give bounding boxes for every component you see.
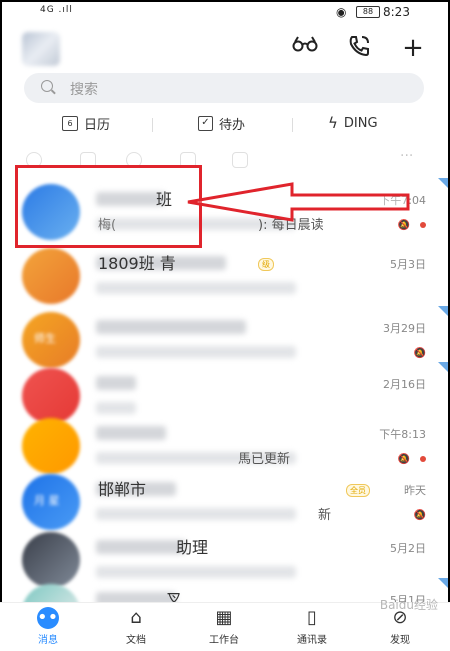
battery-icon: 88 bbox=[356, 6, 380, 18]
plus-icon[interactable]: + bbox=[398, 34, 428, 62]
avatar: 师生 bbox=[22, 312, 80, 368]
conversation-row[interactable]: 1809班 青 级 5月3日 bbox=[0, 242, 450, 304]
search-icon bbox=[41, 80, 53, 92]
conversation-time: 3月29日 bbox=[383, 322, 426, 335]
checkbox-icon: ✓ bbox=[198, 116, 213, 131]
search-input[interactable]: 搜索 bbox=[24, 73, 424, 103]
blurred-preview bbox=[96, 508, 296, 520]
tab-label: 工作台 bbox=[209, 635, 239, 646]
mute-icon: 🔕 bbox=[413, 348, 426, 359]
grid-icon: ▦ bbox=[215, 607, 233, 628]
mute-icon: 🔕 bbox=[397, 454, 410, 465]
search-placeholder: 搜索 bbox=[70, 82, 98, 98]
tab-label: 文档 bbox=[126, 635, 146, 646]
glasses-icon[interactable] bbox=[290, 34, 320, 62]
lightning-icon: ϟ bbox=[328, 114, 338, 132]
status-bar: 4G .ıll ◉ 88 8:23 bbox=[0, 0, 450, 26]
pinned-corner-marker bbox=[438, 178, 448, 188]
avatar bbox=[22, 418, 80, 474]
group-tag: 级 bbox=[258, 258, 274, 271]
conversation-time: 下午8:13 bbox=[379, 428, 426, 441]
divider bbox=[152, 118, 153, 132]
conversation-name: 邯郸市 bbox=[98, 480, 147, 499]
eye-comfort-icon: ◉ bbox=[336, 5, 347, 19]
annotation-arrow bbox=[187, 182, 410, 222]
tab-folder[interactable]: ⌂ 文档 bbox=[106, 607, 166, 646]
group-tag: 全员 bbox=[346, 484, 370, 497]
ding-button[interactable]: ϟ DING bbox=[328, 114, 378, 132]
user-avatar[interactable] bbox=[22, 32, 60, 66]
blurred-name bbox=[96, 426, 166, 440]
avatar bbox=[22, 248, 80, 304]
pinned-corner-marker bbox=[438, 306, 448, 316]
watermark: Baidu经验 bbox=[379, 598, 438, 612]
conversation-preview-suffix: 馬已更新 bbox=[238, 452, 291, 467]
tab-grid[interactable]: ▦ 工作台 bbox=[194, 607, 254, 646]
avatar-label: 师生 bbox=[34, 332, 56, 345]
unread-dot bbox=[420, 222, 426, 228]
ding-label: DING bbox=[343, 115, 378, 131]
calendar-label: 日历 bbox=[84, 118, 111, 133]
avatar-label: 月 星 bbox=[34, 494, 60, 507]
avatar: 月 星 bbox=[22, 474, 80, 530]
conversation-row[interactable]: 馬已更新 下午8:13 🔕 bbox=[0, 412, 450, 474]
conversation-time: 2月16日 bbox=[383, 378, 426, 391]
conversation-time: 昨天 bbox=[404, 484, 426, 497]
blurred-name bbox=[96, 376, 136, 390]
tab-label: 消息 bbox=[38, 635, 58, 646]
chat-bubble-icon: ••• bbox=[37, 607, 69, 629]
pinned-corner-marker bbox=[438, 362, 448, 372]
blurred-preview bbox=[96, 346, 296, 358]
blurred-preview bbox=[96, 282, 296, 294]
more-icon[interactable]: ··· bbox=[400, 148, 413, 164]
blurred-preview bbox=[96, 566, 296, 578]
calendar-icon: 6 bbox=[62, 116, 78, 131]
folder-icon: ⌂ bbox=[130, 607, 142, 628]
tab-label: 发现 bbox=[390, 635, 410, 646]
filter-file-icon[interactable] bbox=[232, 152, 248, 168]
tab-chat-bubble[interactable]: ••• 消息 bbox=[18, 607, 78, 646]
quick-actions-bar: 6 日历 ✓ 待办 ϟ DING bbox=[0, 110, 450, 138]
mute-icon: 🔕 bbox=[413, 510, 426, 521]
conversation-row[interactable]: 月 星 邯郸市新 全员 昨天 🔕 bbox=[0, 468, 450, 530]
blurred-name bbox=[96, 320, 246, 334]
conversation-name: 助理 bbox=[176, 538, 209, 557]
conversation-preview-suffix: 新 bbox=[318, 508, 332, 523]
conversation-name: 1809班 青 bbox=[98, 254, 176, 273]
tab-contacts[interactable]: ▯ 通讯录 bbox=[282, 607, 342, 646]
status-time: 8:23 bbox=[383, 5, 410, 19]
todo-button[interactable]: ✓ 待办 bbox=[198, 114, 245, 133]
conversation-time: 5月3日 bbox=[390, 258, 426, 271]
pinned-corner-marker bbox=[438, 578, 448, 588]
tab-label: 通讯录 bbox=[297, 635, 327, 646]
calendar-button[interactable]: 6 日历 bbox=[62, 114, 110, 133]
signal-icon: 4G .ıll bbox=[40, 5, 73, 15]
conversation-time: 5月2日 bbox=[390, 542, 426, 555]
todo-label: 待办 bbox=[219, 118, 246, 133]
blurred-name bbox=[96, 540, 186, 554]
top-bar: + bbox=[0, 28, 450, 68]
conversation-row[interactable]: 师生 3月29日 🔕 bbox=[0, 306, 450, 368]
highlight-box bbox=[15, 165, 202, 248]
phone-call-icon[interactable] bbox=[344, 34, 374, 62]
unread-dot bbox=[420, 456, 426, 462]
divider bbox=[292, 118, 293, 132]
contacts-icon: ▯ bbox=[307, 607, 317, 628]
